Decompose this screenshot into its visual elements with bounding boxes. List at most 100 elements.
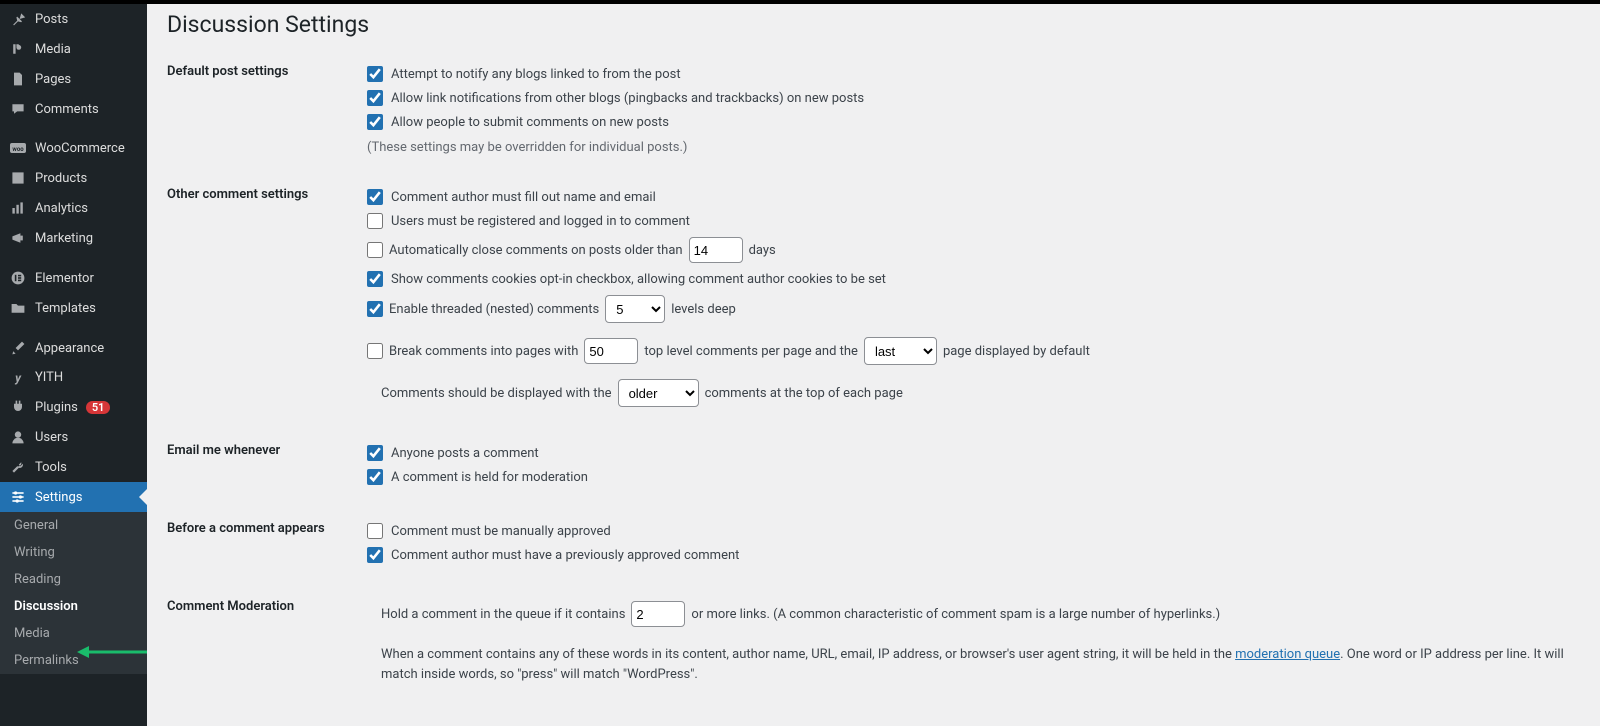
select-default-page[interactable]: last: [864, 337, 937, 365]
section-email-me-whenever: Email me whenever Anyone posts a comment…: [167, 435, 1580, 513]
plugin-icon: [9, 399, 27, 415]
section-default-post-settings: Default post settings Attempt to notify …: [167, 56, 1580, 179]
order-post: comments at the top of each page: [705, 386, 903, 401]
admin-sidebar: Posts Media Pages Comments woo WooCommer…: [0, 4, 147, 726]
sidebar-item-label: Comments: [35, 102, 99, 117]
woo-icon: woo: [9, 143, 27, 155]
checkbox-allow-comments[interactable]: [367, 114, 383, 130]
moderation-long-pre: When a comment contains any of these wor…: [381, 647, 1235, 662]
analytics-icon: [9, 200, 27, 216]
opt-manual-approve[interactable]: Comment must be manually approved: [367, 519, 1567, 543]
main-content: Discussion Settings Default post setting…: [147, 4, 1600, 726]
checkbox-label: Comment must be manually approved: [391, 524, 611, 539]
opt-allow-comments[interactable]: Allow people to submit comments on new p…: [367, 110, 1567, 134]
checkbox-autoclose[interactable]: [367, 242, 383, 258]
yith-icon: y: [9, 371, 27, 385]
input-comments-per-page[interactable]: [584, 338, 638, 364]
select-thread-depth[interactable]: 5: [605, 295, 665, 323]
moderation-links-row: Hold a comment in the queue if it contai…: [367, 597, 1567, 631]
opt-cookies[interactable]: Show comments cookies opt-in checkbox, a…: [367, 267, 1567, 291]
sidebar-item-appearance[interactable]: Appearance: [0, 333, 147, 363]
section-label: Default post settings: [167, 62, 367, 79]
order-pre: Comments should be displayed with the: [381, 386, 612, 401]
submenu-reading[interactable]: Reading: [0, 566, 147, 593]
wrench-icon: [9, 459, 27, 475]
checkbox-label: Show comments cookies opt-in checkbox, a…: [391, 272, 886, 287]
comment-icon: [9, 101, 27, 117]
opt-comment-order: Comments should be displayed with the ol…: [367, 369, 1567, 411]
hold-pre: Hold a comment in the queue if it contai…: [381, 607, 625, 622]
sidebar-item-label: Pages: [35, 72, 71, 87]
checkbox-notify-blogs[interactable]: [367, 66, 383, 82]
sidebar-item-label: Tools: [35, 460, 67, 475]
moderation-queue-link[interactable]: moderation queue: [1235, 647, 1340, 662]
checkbox-email-held[interactable]: [367, 469, 383, 485]
brush-icon: [9, 340, 27, 356]
pin-icon: [9, 11, 27, 27]
sidebar-item-yith[interactable]: y YITH: [0, 363, 147, 392]
sidebar-item-pages[interactable]: Pages: [0, 64, 147, 94]
sidebar-item-label: Elementor: [35, 271, 94, 286]
svg-text:woo: woo: [12, 146, 24, 153]
sidebar-item-settings[interactable]: Settings: [0, 482, 147, 512]
sidebar-item-products[interactable]: Products: [0, 163, 147, 193]
sidebar-item-label: Settings: [35, 490, 82, 505]
sidebar-item-tools[interactable]: Tools: [0, 452, 147, 482]
sidebar-item-users[interactable]: Users: [0, 422, 147, 452]
opt-registered[interactable]: Users must be registered and logged in t…: [367, 209, 1567, 233]
opt-prev-approved[interactable]: Comment author must have a previously ap…: [367, 543, 1567, 567]
checkbox-threaded[interactable]: [367, 301, 383, 317]
opt-break-pages: Break comments into pages with top level…: [367, 327, 1567, 369]
autoclose-pre: Automatically close comments on posts ol…: [389, 243, 683, 258]
settings-submenu: General Writing Reading Discussion Media…: [0, 512, 147, 674]
input-max-links[interactable]: [631, 601, 685, 627]
checkbox-name-email[interactable]: [367, 189, 383, 205]
user-icon: [9, 429, 27, 445]
checkbox-label: Comment author must fill out name and em…: [391, 190, 656, 205]
submenu-general[interactable]: General: [0, 512, 147, 539]
page-icon: [9, 71, 27, 87]
sidebar-item-media[interactable]: Media: [0, 34, 147, 64]
opt-email-anyone[interactable]: Anyone posts a comment: [367, 441, 1567, 465]
elementor-icon: [9, 270, 27, 286]
section-other-comment-settings: Other comment settings Comment author mu…: [167, 179, 1580, 435]
sidebar-item-posts[interactable]: Posts: [0, 4, 147, 34]
opt-name-email[interactable]: Comment author must fill out name and em…: [367, 185, 1567, 209]
checkbox-registered[interactable]: [367, 213, 383, 229]
submenu-writing[interactable]: Writing: [0, 539, 147, 566]
opt-notify-blogs[interactable]: Attempt to notify any blogs linked to fr…: [367, 62, 1567, 86]
checkbox-allow-pingbacks[interactable]: [367, 90, 383, 106]
sidebar-item-plugins[interactable]: Plugins 51: [0, 392, 147, 422]
opt-threaded: Enable threaded (nested) comments 5 leve…: [367, 291, 1567, 327]
plugins-count-badge: 51: [86, 401, 111, 414]
sidebar-item-woocommerce[interactable]: woo WooCommerce: [0, 134, 147, 163]
sidebar-item-label: Analytics: [35, 201, 88, 216]
opt-allow-pingbacks[interactable]: Allow link notifications from other blog…: [367, 86, 1567, 110]
sidebar-item-label: Products: [35, 171, 87, 186]
sidebar-item-templates[interactable]: Templates: [0, 293, 147, 323]
opt-email-held[interactable]: A comment is held for moderation: [367, 465, 1567, 489]
checkbox-email-anyone[interactable]: [367, 445, 383, 461]
select-comment-order[interactable]: older: [618, 379, 699, 407]
sidebar-item-analytics[interactable]: Analytics: [0, 193, 147, 223]
sidebar-item-marketing[interactable]: Marketing: [0, 223, 147, 253]
checkbox-label: Allow link notifications from other blog…: [391, 91, 864, 106]
checkbox-break-pages[interactable]: [367, 343, 383, 359]
submenu-discussion[interactable]: Discussion: [0, 593, 147, 620]
page-title: Discussion Settings: [167, 8, 1580, 56]
sidebar-item-label: Media: [35, 42, 71, 57]
section-label: Comment Moderation: [167, 597, 367, 614]
media-icon: [9, 41, 27, 57]
autoclose-post: days: [749, 243, 776, 258]
sidebar-item-elementor[interactable]: Elementor: [0, 263, 147, 293]
sidebar-item-comments[interactable]: Comments: [0, 94, 147, 124]
checkbox-cookies[interactable]: [367, 271, 383, 287]
submenu-permalinks[interactable]: Permalinks: [0, 647, 147, 674]
checkbox-manual-approve[interactable]: [367, 523, 383, 539]
sidebar-item-label: Plugins: [35, 400, 78, 415]
default-post-description: (These settings may be overridden for in…: [367, 134, 1567, 155]
checkbox-label: Attempt to notify any blogs linked to fr…: [391, 67, 681, 82]
input-autoclose-days[interactable]: [689, 237, 743, 263]
submenu-media[interactable]: Media: [0, 620, 147, 647]
checkbox-prev-approved[interactable]: [367, 547, 383, 563]
